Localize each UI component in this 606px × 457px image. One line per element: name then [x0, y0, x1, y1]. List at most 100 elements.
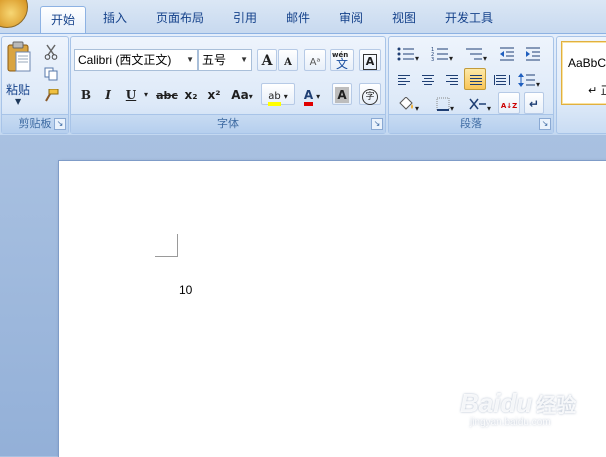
ribbon-home: 粘贴 ▼ 剪贴板 ↘ Calibri (西文正文) ▼ 五号 ▼ A A Aᵃ … [0, 33, 606, 136]
chevron-down-icon: ▾ [448, 54, 453, 63]
numbering-button[interactable]: 1 2 3 ▾ [426, 42, 458, 64]
format-painter-icon [45, 88, 59, 102]
align-right-button[interactable] [440, 68, 462, 90]
baidu-watermark: Baidu 经验 jingyan.baidu.com [460, 388, 600, 448]
chevron-down-icon: ▾ [414, 104, 419, 113]
format-painter-button[interactable] [40, 84, 62, 106]
phonetic-guide-button[interactable]: wén 文 [330, 49, 354, 71]
margin-crop-mark [155, 234, 178, 257]
bullets-icon [397, 47, 414, 61]
shrink-font-icon: A [284, 57, 292, 68]
bold-icon: B [80, 88, 92, 102]
strikethrough-button[interactable]: abc [154, 83, 180, 105]
change-case-icon: Aa [231, 88, 249, 102]
style-preview-text: AaBbCc [568, 56, 606, 70]
italic-icon: I [105, 88, 111, 102]
cut-button[interactable] [40, 40, 62, 62]
tab-home[interactable]: 开始 [40, 6, 86, 34]
paragraph-mark-icon: ↵ [528, 97, 540, 111]
paste-button[interactable]: 粘贴 ▼ [4, 39, 34, 111]
grow-font-button[interactable]: A [257, 49, 277, 71]
character-border-button[interactable]: A [359, 49, 381, 71]
chevron-down-icon: ▾ [248, 92, 253, 101]
chevron-down-icon: ▾ [283, 92, 288, 101]
tab-mailings[interactable]: 邮件 [278, 5, 318, 32]
tab-review[interactable]: 审阅 [331, 5, 371, 32]
underline-icon: U [125, 88, 137, 102]
line-spacing-button[interactable]: ▾ [513, 68, 545, 90]
paste-icon [7, 41, 31, 72]
character-border-icon: A [363, 54, 377, 70]
style-normal-preview[interactable]: AaBbCc ↵ 正文 [561, 41, 606, 105]
font-group-label: 字体 [71, 114, 385, 133]
subscript-button[interactable]: x₂ [181, 83, 201, 105]
tab-references[interactable]: 引用 [225, 5, 265, 32]
shrink-font-button[interactable]: A [278, 49, 298, 71]
line-spacing-icon [517, 73, 535, 87]
underline-button[interactable]: U [121, 83, 141, 105]
shading-button[interactable]: ▾ [392, 92, 424, 114]
character-shading-button[interactable]: A [332, 83, 352, 105]
font-color-icon: A [303, 88, 314, 106]
borders-icon [436, 97, 450, 111]
font-size-combo[interactable]: 五号 ▼ [198, 49, 252, 71]
bold-button[interactable]: B [76, 83, 96, 105]
chevron-down-icon: ▾ [482, 54, 487, 63]
align-center-button[interactable] [416, 68, 438, 90]
watermark-logo-suffix: du [500, 388, 533, 418]
paragraph-launcher-icon[interactable]: ↘ [539, 118, 551, 130]
subscript-icon: x₂ [184, 88, 198, 102]
office-button[interactable] [0, 0, 28, 28]
enclose-characters-button[interactable]: 字 [359, 83, 381, 105]
superscript-button[interactable]: x² [204, 83, 224, 105]
sort-button[interactable]: A↓Z [498, 92, 520, 114]
chevron-down-icon: ▾ [316, 92, 321, 101]
font-color-button[interactable]: A ▾ [297, 83, 327, 106]
align-left-button[interactable] [392, 68, 414, 90]
paragraph-group-label: 段落 [389, 114, 553, 133]
document-body-text[interactable]: 10 [179, 283, 192, 297]
copy-button[interactable] [40, 62, 62, 84]
ribbon-tab-bar: 开始 插入 页面布局 引用 邮件 审阅 视图 开发工具 [0, 0, 606, 34]
watermark-logo: Bai [460, 388, 501, 418]
highlight-color-button[interactable]: ab ▾ [261, 83, 295, 106]
distributed-button[interactable] [488, 68, 510, 90]
distributed-icon [494, 75, 510, 85]
sort-icon: A↓Z [500, 102, 518, 110]
italic-button[interactable]: I [98, 83, 118, 105]
chinese-layout-button[interactable]: ▾ [465, 92, 495, 114]
align-center-icon [422, 75, 434, 85]
underline-dropdown[interactable]: ▾ [141, 83, 151, 105]
multilevel-list-icon [465, 48, 482, 60]
change-case-button[interactable]: Aa▾ [227, 83, 257, 105]
multilevel-list-button[interactable]: ▾ [460, 42, 492, 64]
tab-view[interactable]: 视图 [384, 5, 424, 32]
clipboard-launcher-icon[interactable]: ↘ [54, 118, 66, 130]
tab-insert[interactable]: 插入 [95, 5, 135, 32]
tab-page-layout[interactable]: 页面布局 [148, 5, 212, 32]
eraser-icon: Aᵃ [309, 57, 321, 68]
increase-indent-button[interactable] [521, 42, 545, 64]
chevron-down-icon: ▾ [143, 90, 148, 99]
align-right-icon [446, 75, 458, 85]
decrease-indent-button[interactable] [495, 42, 519, 64]
font-name-value: Calibri (西文正文) [78, 53, 172, 67]
character-shading-icon: A [335, 87, 349, 103]
style-name-label: ↵ 正文 [588, 84, 606, 97]
show-marks-button[interactable]: ↵ [524, 92, 544, 114]
numbering-icon: 1 2 3 [431, 47, 448, 63]
justify-button[interactable] [464, 68, 486, 90]
copy-icon [44, 67, 58, 81]
bullets-button[interactable]: ▾ [392, 42, 424, 64]
borders-button[interactable]: ▾ [429, 92, 461, 114]
tab-developer[interactable]: 开发工具 [437, 5, 501, 32]
enclose-characters-icon: 字 [362, 89, 378, 105]
paste-label: 粘贴 [6, 83, 31, 97]
chinese-layout-icon [469, 98, 486, 110]
watermark-url: jingyan.baidu.com [470, 417, 551, 428]
font-name-combo[interactable]: Calibri (西文正文) ▼ [74, 49, 198, 71]
chevron-down-icon: ▾ [414, 54, 419, 63]
superscript-icon: x² [207, 88, 221, 102]
clear-formatting-button[interactable]: Aᵃ [304, 49, 326, 71]
font-launcher-icon[interactable]: ↘ [371, 118, 383, 130]
